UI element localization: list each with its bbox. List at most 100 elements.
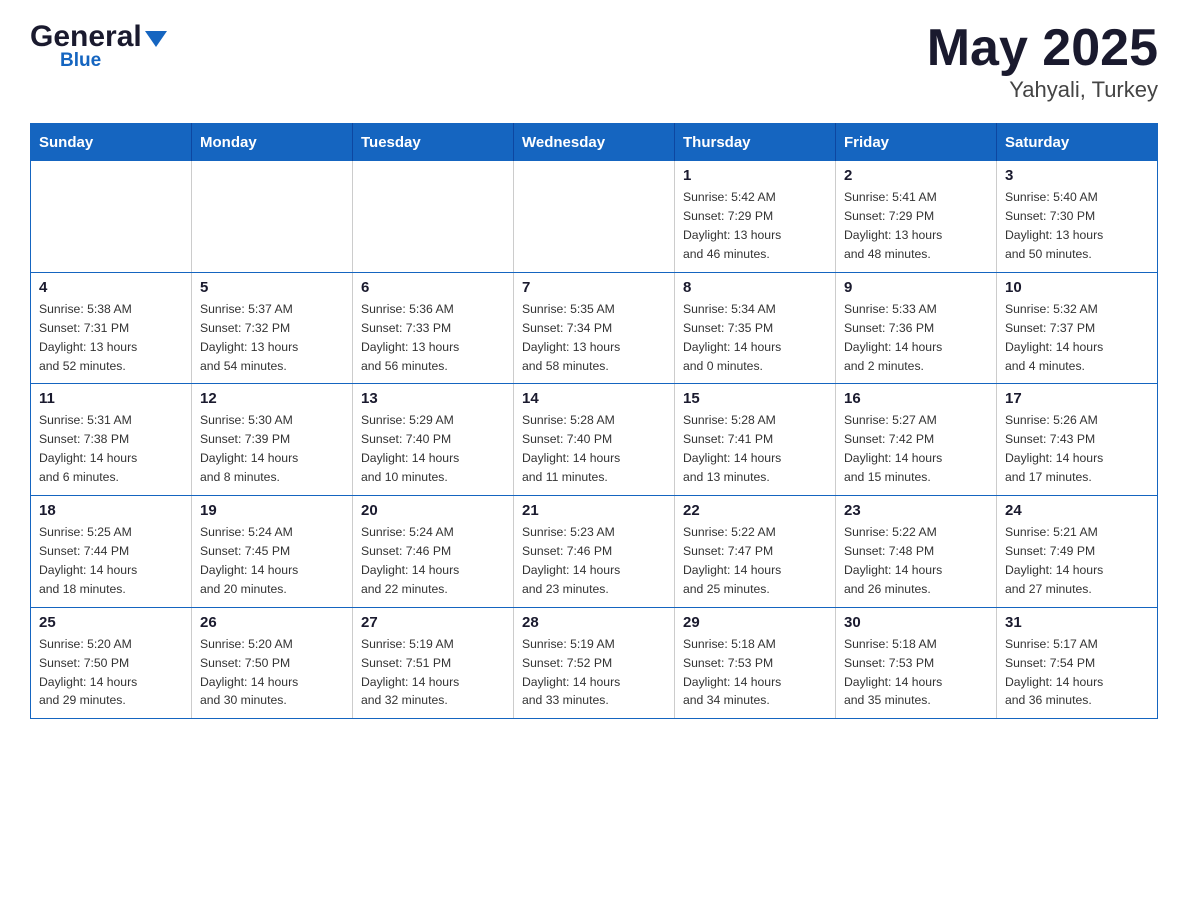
- calendar-day-19: 19 Sunrise: 5:24 AMSunset: 7:45 PMDayligh…: [192, 496, 353, 608]
- calendar-day-18: 18 Sunrise: 5:25 AMSunset: 7:44 PMDayligh…: [31, 496, 192, 608]
- day-info-12: Sunrise: 5:30 AMSunset: 7:39 PMDaylight:…: [200, 411, 344, 487]
- calendar-empty-cell: [353, 161, 514, 272]
- logo-general-text: General: [30, 20, 142, 54]
- calendar-table: SundayMondayTuesdayWednesdayThursdayFrid…: [30, 123, 1158, 719]
- day-info-29: Sunrise: 5:18 AMSunset: 7:53 PMDaylight:…: [683, 635, 827, 711]
- calendar-day-6: 6Sunrise: 5:36 AMSunset: 7:33 PMDaylight…: [353, 272, 514, 384]
- day-info-23: Sunrise: 5:22 AMSunset: 7:48 PMDaylight:…: [844, 523, 988, 599]
- day-number-1: 1: [683, 167, 827, 184]
- calendar-day-3: 3Sunrise: 5:40 AMSunset: 7:30 PMDaylight…: [997, 161, 1158, 272]
- calendar-day-12: 12Sunrise: 5:30 AMSunset: 7:39 PMDayligh…: [192, 384, 353, 496]
- day-info-15: Sunrise: 5:28 AMSunset: 7:41 PMDaylight:…: [683, 411, 827, 487]
- calendar-day-15: 15 Sunrise: 5:28 AMSunset: 7:41 PMDayligh…: [675, 384, 836, 496]
- day-info-1: Sunrise: 5:42 AMSunset: 7:29 PMDaylight:…: [683, 188, 827, 264]
- calendar-week-row-3: 11Sunrise: 5:31 AMSunset: 7:38 PMDayligh…: [31, 384, 1158, 496]
- day-number-23: 23: [844, 502, 988, 519]
- day-info-11: Sunrise: 5:31 AMSunset: 7:38 PMDaylight:…: [39, 411, 183, 487]
- day-info-17: Sunrise: 5:26 AMSunset: 7:43 PMDaylight:…: [1005, 411, 1149, 487]
- day-info-27: Sunrise: 5:19 AMSunset: 7:51 PMDaylight:…: [361, 635, 505, 711]
- day-info-25: Sunrise: 5:20 AMSunset: 7:50 PMDaylight:…: [39, 635, 183, 711]
- calendar-day-7: 7 Sunrise: 5:35 AMSunset: 7:34 PMDaylight…: [514, 272, 675, 384]
- day-number-29: 29: [683, 614, 827, 631]
- day-number-10: 10: [1005, 279, 1149, 296]
- day-info-18: Sunrise: 5:25 AMSunset: 7:44 PMDaylight:…: [39, 523, 183, 599]
- calendar-day-22: 22 Sunrise: 5:22 AMSunset: 7:47 PMDayligh…: [675, 496, 836, 608]
- day-info-24: Sunrise: 5:21 AMSunset: 7:49 PMDaylight:…: [1005, 523, 1149, 599]
- day-number-4: 4: [39, 279, 183, 296]
- day-number-19: 19: [200, 502, 344, 519]
- calendar-day-25: 25Sunrise: 5:20 AMSunset: 7:50 PMDayligh…: [31, 607, 192, 719]
- location: Yahyali, Turkey: [927, 77, 1158, 103]
- day-number-21: 21: [522, 502, 666, 519]
- calendar-day-30: 30 Sunrise: 5:18 AMSunset: 7:53 PMDayligh…: [836, 607, 997, 719]
- day-number-26: 26: [200, 614, 344, 631]
- day-info-14: Sunrise: 5:28 AMSunset: 7:40 PMDaylight:…: [522, 411, 666, 487]
- logo: General Blue: [30, 20, 167, 72]
- day-number-20: 20: [361, 502, 505, 519]
- day-number-5: 5: [200, 279, 344, 296]
- calendar-day-13: 13Sunrise: 5:29 AMSunset: 7:40 PMDayligh…: [353, 384, 514, 496]
- day-info-8: Sunrise: 5:34 AMSunset: 7:35 PMDaylight:…: [683, 300, 827, 376]
- calendar-header-row: SundayMondayTuesdayWednesdayThursdayFrid…: [31, 124, 1158, 162]
- calendar-weekday-friday: Friday: [836, 124, 997, 162]
- page-header: General Blue May 2025 Yahyali, Turkey: [30, 20, 1158, 103]
- calendar-weekday-thursday: Thursday: [675, 124, 836, 162]
- day-number-6: 6: [361, 279, 505, 296]
- calendar-day-17: 17 Sunrise: 5:26 AMSunset: 7:43 PMDayligh…: [997, 384, 1158, 496]
- calendar-empty-cell: [514, 161, 675, 272]
- day-number-15: 15: [683, 390, 827, 407]
- month-title: May 2025: [927, 20, 1158, 77]
- day-info-10: Sunrise: 5:32 AMSunset: 7:37 PMDaylight:…: [1005, 300, 1149, 376]
- day-info-30: Sunrise: 5:18 AMSunset: 7:53 PMDaylight:…: [844, 635, 988, 711]
- calendar-day-1: 1 Sunrise: 5:42 AMSunset: 7:29 PMDaylight…: [675, 161, 836, 272]
- calendar-day-10: 10 Sunrise: 5:32 AMSunset: 7:37 PMDayligh…: [997, 272, 1158, 384]
- day-number-31: 31: [1005, 614, 1149, 631]
- day-info-4: Sunrise: 5:38 AMSunset: 7:31 PMDaylight:…: [39, 300, 183, 376]
- calendar-day-20: 20 Sunrise: 5:24 AMSunset: 7:46 PMDayligh…: [353, 496, 514, 608]
- day-number-24: 24: [1005, 502, 1149, 519]
- day-info-3: Sunrise: 5:40 AMSunset: 7:30 PMDaylight:…: [1005, 188, 1149, 264]
- calendar-day-26: 26 Sunrise: 5:20 AMSunset: 7:50 PMDayligh…: [192, 607, 353, 719]
- day-number-14: 14: [522, 390, 666, 407]
- day-info-31: Sunrise: 5:17 AMSunset: 7:54 PMDaylight:…: [1005, 635, 1149, 711]
- day-number-17: 17: [1005, 390, 1149, 407]
- title-block: May 2025 Yahyali, Turkey: [927, 20, 1158, 103]
- day-info-22: Sunrise: 5:22 AMSunset: 7:47 PMDaylight:…: [683, 523, 827, 599]
- calendar-weekday-saturday: Saturday: [997, 124, 1158, 162]
- calendar-weekday-monday: Monday: [192, 124, 353, 162]
- calendar-weekday-tuesday: Tuesday: [353, 124, 514, 162]
- day-info-7: Sunrise: 5:35 AMSunset: 7:34 PMDaylight:…: [522, 300, 666, 376]
- calendar-weekday-wednesday: Wednesday: [514, 124, 675, 162]
- day-info-20: Sunrise: 5:24 AMSunset: 7:46 PMDaylight:…: [361, 523, 505, 599]
- calendar-day-2: 2 Sunrise: 5:41 AMSunset: 7:29 PMDaylight…: [836, 161, 997, 272]
- day-number-8: 8: [683, 279, 827, 296]
- calendar-day-29: 29 Sunrise: 5:18 AMSunset: 7:53 PMDayligh…: [675, 607, 836, 719]
- day-info-2: Sunrise: 5:41 AMSunset: 7:29 PMDaylight:…: [844, 188, 988, 264]
- day-number-2: 2: [844, 167, 988, 184]
- day-number-28: 28: [522, 614, 666, 631]
- calendar-week-row-2: 4 Sunrise: 5:38 AMSunset: 7:31 PMDaylight…: [31, 272, 1158, 384]
- calendar-day-4: 4 Sunrise: 5:38 AMSunset: 7:31 PMDaylight…: [31, 272, 192, 384]
- day-info-26: Sunrise: 5:20 AMSunset: 7:50 PMDaylight:…: [200, 635, 344, 711]
- day-info-28: Sunrise: 5:19 AMSunset: 7:52 PMDaylight:…: [522, 635, 666, 711]
- day-info-19: Sunrise: 5:24 AMSunset: 7:45 PMDaylight:…: [200, 523, 344, 599]
- calendar-day-11: 11Sunrise: 5:31 AMSunset: 7:38 PMDayligh…: [31, 384, 192, 496]
- calendar-week-row-1: 1 Sunrise: 5:42 AMSunset: 7:29 PMDaylight…: [31, 161, 1158, 272]
- day-number-9: 9: [844, 279, 988, 296]
- calendar-day-24: 24 Sunrise: 5:21 AMSunset: 7:49 PMDayligh…: [997, 496, 1158, 608]
- calendar-day-16: 16Sunrise: 5:27 AMSunset: 7:42 PMDayligh…: [836, 384, 997, 496]
- calendar-day-14: 14 Sunrise: 5:28 AMSunset: 7:40 PMDayligh…: [514, 384, 675, 496]
- calendar-empty-cell: [192, 161, 353, 272]
- day-info-21: Sunrise: 5:23 AMSunset: 7:46 PMDaylight:…: [522, 523, 666, 599]
- calendar-day-8: 8 Sunrise: 5:34 AMSunset: 7:35 PMDaylight…: [675, 272, 836, 384]
- day-number-7: 7: [522, 279, 666, 296]
- calendar-weekday-sunday: Sunday: [31, 124, 192, 162]
- calendar-empty-cell: [31, 161, 192, 272]
- day-number-22: 22: [683, 502, 827, 519]
- calendar-day-28: 28 Sunrise: 5:19 AMSunset: 7:52 PMDayligh…: [514, 607, 675, 719]
- day-number-30: 30: [844, 614, 988, 631]
- day-number-18: 18: [39, 502, 183, 519]
- day-info-16: Sunrise: 5:27 AMSunset: 7:42 PMDaylight:…: [844, 411, 988, 487]
- day-info-5: Sunrise: 5:37 AMSunset: 7:32 PMDaylight:…: [200, 300, 344, 376]
- day-info-9: Sunrise: 5:33 AMSunset: 7:36 PMDaylight:…: [844, 300, 988, 376]
